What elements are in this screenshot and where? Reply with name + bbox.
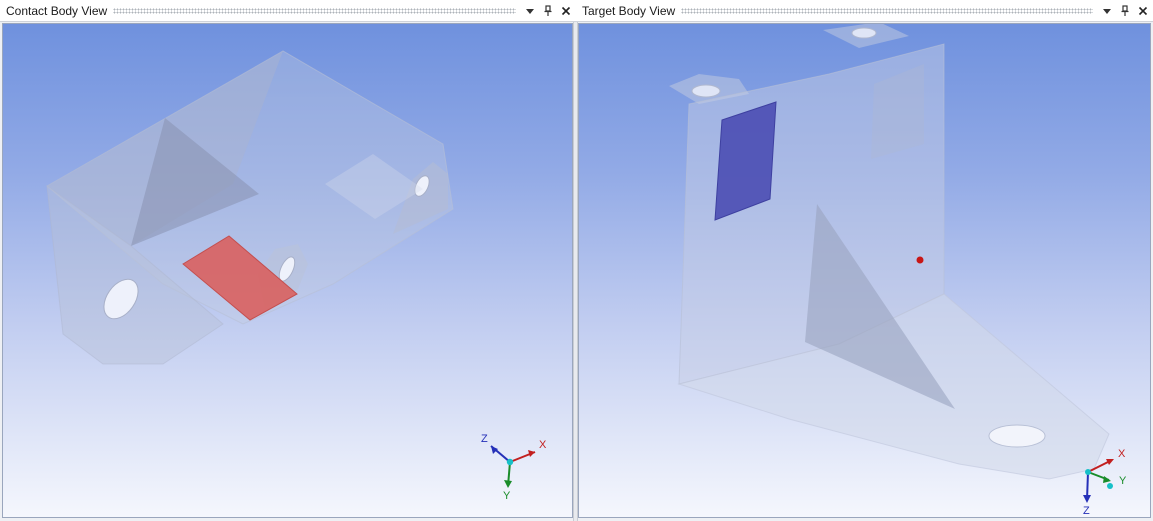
z-axis-label: Z xyxy=(481,433,488,445)
pane-title: Contact Body View xyxy=(6,3,108,18)
x-axis-label: X xyxy=(539,439,547,451)
pane-title: Target Body View xyxy=(582,3,676,18)
target-body-view-titlebar[interactable]: Target Body View xyxy=(576,0,1153,22)
drag-grip[interactable] xyxy=(681,7,1093,14)
drag-grip[interactable] xyxy=(113,7,516,14)
contact-body-view-titlebar[interactable]: Contact Body View xyxy=(0,0,576,22)
y-axis-label: Y xyxy=(503,490,511,502)
close-icon[interactable] xyxy=(558,3,574,19)
pin-icon[interactable] xyxy=(1117,3,1133,19)
target-3d-viewport[interactable]: X Y Z xyxy=(578,23,1151,518)
pin-icon[interactable] xyxy=(540,3,556,19)
x-axis-label: X xyxy=(1118,448,1126,460)
z-axis-label: Z xyxy=(1083,505,1090,515)
target-body-view-pane: Target Body View X Y Z xyxy=(576,0,1153,521)
target-body-model xyxy=(669,24,1110,480)
axis-triad[interactable]: X Y Z xyxy=(1074,440,1149,515)
contact-body-view-pane: Contact Body View X Z Y xyxy=(0,0,576,521)
dropdown-icon[interactable] xyxy=(522,3,538,19)
contact-3d-viewport[interactable]: X Z Y xyxy=(2,23,573,518)
axis-triad[interactable]: X Z Y xyxy=(473,428,558,503)
close-icon[interactable] xyxy=(1135,3,1151,19)
dropdown-icon[interactable] xyxy=(1099,3,1115,19)
y-axis-label: Y xyxy=(1119,475,1127,487)
app-window: Contact Body View X Z Y Target Body View… xyxy=(0,0,1153,521)
probe-marker xyxy=(916,256,924,264)
